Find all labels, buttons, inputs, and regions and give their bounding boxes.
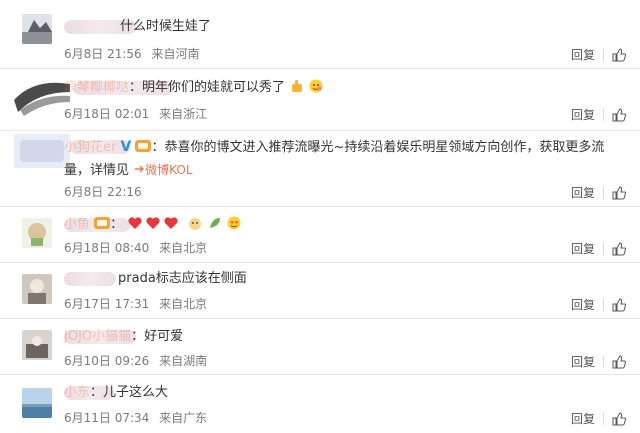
comment-row: 小狗花er V ：恭喜你的博文进入推荐流曝光~持续沿着娱乐明星领域方向创作，获取…: [0, 130, 640, 207]
divider: [603, 186, 604, 199]
reply-button[interactable]: 回复: [571, 296, 595, 313]
comment-time: 6月17日 17:31: [64, 297, 150, 311]
avatar[interactable]: [14, 78, 70, 118]
avatar[interactable]: [14, 134, 70, 168]
comment-row: prada标志应该在侧面 6月17日 17:31 来自北京 回复: [0, 262, 640, 319]
thumbs-up-icon[interactable]: [612, 241, 626, 256]
thumbs-up-icon[interactable]: [612, 354, 626, 369]
divider: [603, 355, 604, 368]
comment-text: 什么时候生娃了: [120, 18, 211, 36]
comment-row: 浪琴椰椰哒：明年你们的娃就可以秀了 6月18日 02:01 来自浙江 回复: [0, 68, 640, 131]
divider: [603, 108, 604, 121]
comment-row: 小东：儿子这么大 6月11日 07:34 来自广东 回复: [0, 374, 640, 433]
username[interactable]: 浪琴椰椰哒: [64, 80, 129, 95]
comment-text: prada标志应该在侧面: [118, 270, 247, 288]
comment-body: ：: [110, 217, 124, 232]
username[interactable]: JOJO小猫猫: [64, 329, 131, 344]
avatar[interactable]: [22, 330, 52, 360]
reply-button[interactable]: 回复: [571, 106, 595, 123]
avatar-image: [14, 78, 70, 118]
thumbs-up-icon[interactable]: [612, 185, 626, 200]
comment-actions: 回复: [571, 184, 626, 201]
comment-text: 浪琴椰椰哒：明年你们的娃就可以秀了: [64, 79, 323, 97]
comment-time: 6月8日 21:56: [64, 47, 142, 61]
avatar-image: [14, 134, 70, 168]
comment-meta: 6月11日 07:34 来自广东: [64, 410, 207, 426]
leaf-emoji-icon: [209, 218, 220, 228]
level-badge-icon: [94, 217, 111, 229]
comment-row: JOJO小猫猫：好可爱 6月10日 09:26 来自湖南 回复: [0, 318, 640, 375]
divider: [603, 48, 604, 61]
comment-body: ：明年你们的娃就可以秀了: [129, 80, 286, 95]
comment-body: ：好可爱: [131, 329, 184, 344]
comment-actions: 回复: [571, 106, 626, 123]
avatar[interactable]: [22, 274, 52, 304]
comment-text: JOJO小猫猫：好可爱: [64, 328, 183, 346]
reply-button[interactable]: 回复: [571, 46, 595, 63]
avatar-image: [22, 274, 52, 304]
comment-time: 6月10日 09:26: [64, 354, 150, 368]
comment-actions: 回复: [571, 240, 626, 257]
comment-row: 什么时候生娃了 6月8日 21:56 来自河南 回复: [0, 0, 640, 69]
reply-button[interactable]: 回复: [571, 184, 595, 201]
comment-location: 来自北京: [159, 241, 208, 255]
link-icon: [135, 165, 145, 173]
divider: [603, 298, 604, 311]
comment-meta: 6月8日 21:56 来自河南: [64, 46, 200, 62]
comment-actions: 回复: [571, 296, 626, 313]
divider: [603, 412, 604, 425]
comment-actions: 回复: [571, 353, 626, 370]
thumbs-up-icon[interactable]: [612, 297, 626, 312]
thumbs-up-icon[interactable]: [612, 411, 626, 426]
avatar[interactable]: [22, 388, 52, 418]
reply-button[interactable]: 回复: [571, 410, 595, 427]
kol-link[interactable]: 微博KOL: [145, 163, 192, 177]
thumbs-up-icon[interactable]: [612, 107, 626, 122]
username[interactable]: 小东: [64, 385, 90, 400]
comment-location: 来自广东: [159, 411, 208, 425]
comment-actions: 回复: [571, 46, 626, 63]
username[interactable]: 小狗花er: [64, 140, 116, 155]
comment-body: prada标志应该在侧面: [118, 271, 247, 286]
username[interactable]: 小鱼: [64, 217, 90, 232]
comment-location: 来自浙江: [159, 107, 208, 121]
avatar[interactable]: [22, 218, 52, 248]
comment-location: 来自北京: [159, 297, 208, 311]
username-blurred[interactable]: [64, 272, 116, 286]
comment-time: 6月18日 08:40: [64, 241, 150, 255]
comment-meta: 6月18日 02:01 来自浙江: [64, 106, 207, 122]
thumbs-up-emoji-icon: [292, 80, 303, 92]
avatar-image: [22, 218, 52, 248]
comment-row: 小鱼 ： 6月18日 08:40 来自北京 回复: [0, 206, 640, 263]
comment-meta: 6月18日 08:40 来自北京: [64, 240, 207, 256]
dog-emoji-icon: [189, 218, 202, 230]
smile-emoji-icon: [309, 79, 323, 93]
thumbs-up-icon[interactable]: [612, 47, 626, 62]
comment-location: 来自河南: [151, 47, 200, 61]
hearts-emoji-icon: [128, 217, 178, 229]
comment-meta: 6月8日 22:16: [64, 184, 148, 200]
avatar-image: [22, 388, 52, 418]
comment-text: 小东：儿子这么大: [64, 384, 168, 402]
avatar-image: [22, 14, 52, 44]
verified-v-icon: V: [120, 139, 132, 155]
avatar-image: [22, 330, 52, 360]
reply-button[interactable]: 回复: [571, 240, 595, 257]
comment-actions: 回复: [571, 410, 626, 427]
comment-meta: 6月10日 09:26 来自湖南: [64, 353, 207, 369]
comment-body: ：儿子这么大: [90, 385, 169, 400]
comment-body: 什么时候生娃了: [120, 19, 212, 34]
comment-time: 6月18日 02:01: [64, 107, 150, 121]
comment-text: 小狗花er V ：恭喜你的博文进入推荐流曝光~持续沿着娱乐明星领域方向创作，获取…: [64, 136, 624, 182]
level-badge-icon: [135, 140, 152, 152]
avatar[interactable]: [22, 14, 52, 44]
love-eyes-emoji-icon: [227, 216, 241, 230]
comment-time: 6月8日 22:16: [64, 185, 142, 199]
comment-text: 小鱼 ：: [64, 215, 241, 234]
reply-button[interactable]: 回复: [571, 353, 595, 370]
comment-time: 6月11日 07:34: [64, 411, 150, 425]
comment-location: 来自湖南: [159, 354, 208, 368]
comment-meta: 6月17日 17:31 来自北京: [64, 296, 207, 312]
divider: [603, 242, 604, 255]
